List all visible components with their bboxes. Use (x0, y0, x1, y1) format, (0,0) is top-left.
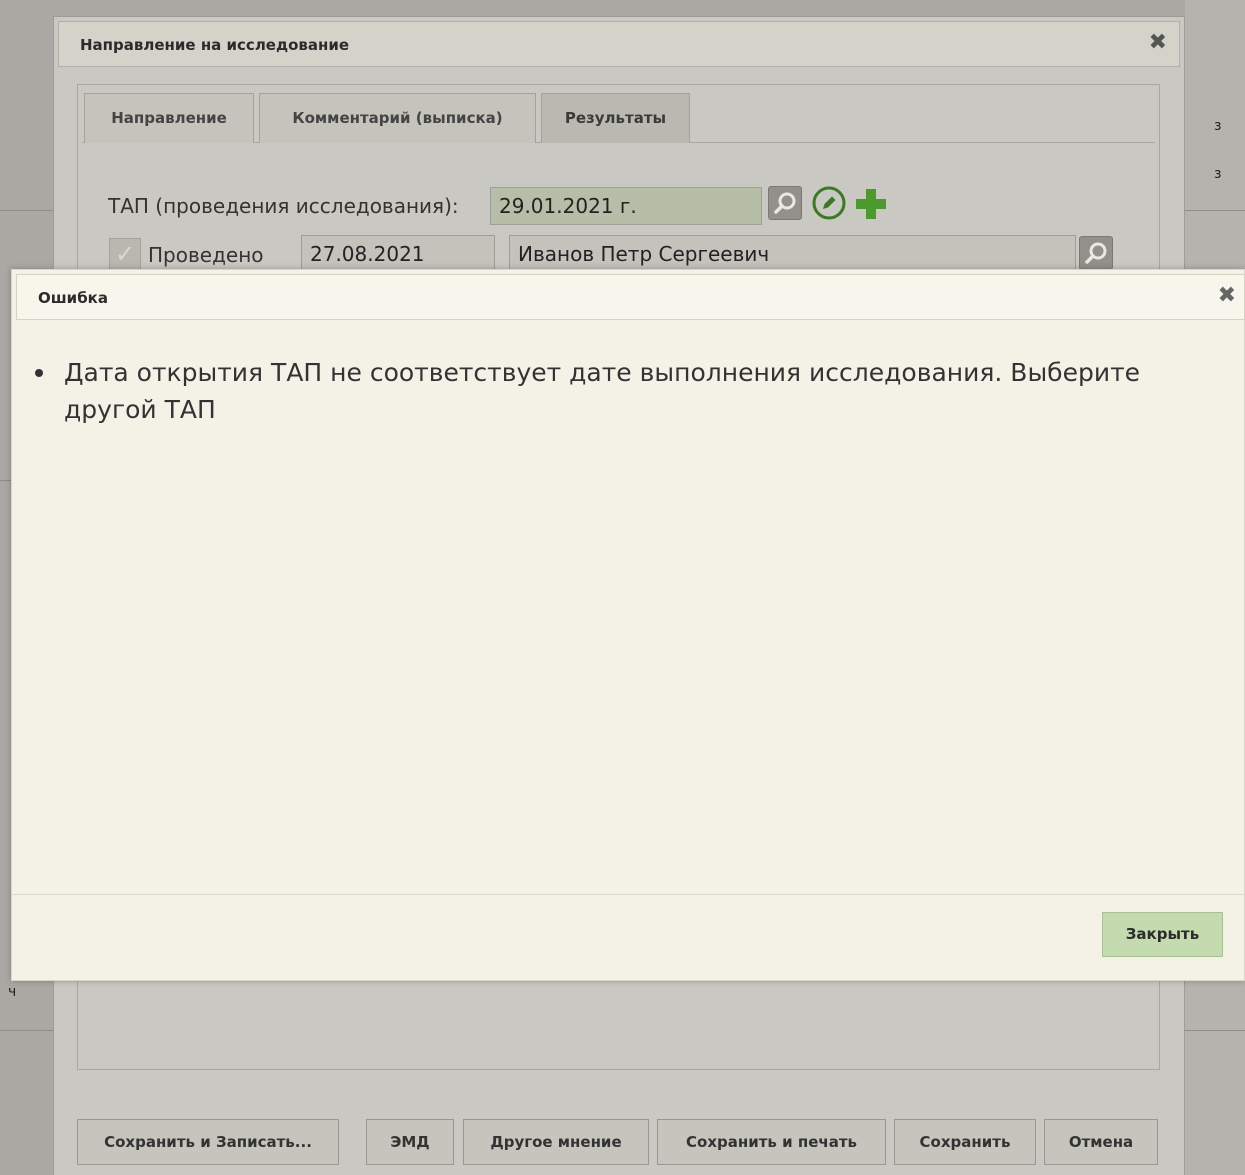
edit-icon[interactable] (811, 185, 847, 221)
close-icon[interactable]: ✖ (1149, 32, 1167, 54)
search-icon[interactable] (768, 186, 802, 220)
tap-field[interactable]: 29.01.2021 г. (490, 187, 762, 225)
background-text: з (1214, 118, 1222, 134)
error-dialog: Ошибка ✖ Дата открытия ТАП не соответств… (11, 269, 1245, 981)
error-message: Дата открытия ТАП не соответствует дате … (35, 354, 1244, 428)
error-dialog-body: Дата открытия ТАП не соответствует дате … (12, 354, 1244, 428)
error-dialog-header: Ошибка ✖ (16, 274, 1245, 320)
close-button[interactable]: Закрыть (1102, 912, 1223, 957)
doctor-field[interactable]: Иванов Петр Сергеевич (509, 235, 1076, 273)
background-text: з (1214, 166, 1222, 182)
error-list: Дата открытия ТАП не соответствует дате … (12, 354, 1244, 428)
add-icon[interactable] (854, 187, 888, 221)
dialog-header: Направление на исследование ✖ (58, 21, 1180, 67)
close-icon[interactable]: ✖ (1218, 285, 1236, 307)
other-opinion-button[interactable]: Другое мнение (463, 1119, 649, 1165)
dialog-title: Направление на исследование (80, 36, 350, 54)
tab-referral[interactable]: Направление (84, 93, 254, 143)
cancel-button[interactable]: Отмена (1044, 1119, 1158, 1165)
save-button[interactable]: Сохранить (894, 1119, 1036, 1165)
error-dialog-title: Ошибка (38, 289, 108, 307)
error-dialog-divider (12, 894, 1244, 895)
emd-button[interactable]: ЭМД (366, 1119, 454, 1165)
done-date-field[interactable]: 27.08.2021 (301, 235, 495, 273)
save-and-record-button[interactable]: Сохранить и Записать... (77, 1119, 339, 1165)
done-label: Проведено (148, 243, 264, 267)
tab-strip: Направление Комментарий (выписка) Резуль… (82, 89, 1155, 143)
search-icon[interactable] (1079, 236, 1113, 270)
tab-results[interactable]: Результаты (541, 93, 690, 143)
tab-comment[interactable]: Комментарий (выписка) (259, 93, 536, 143)
save-and-print-button[interactable]: Сохранить и печать (657, 1119, 886, 1165)
tap-label: ТАП (проведения исследования): (108, 194, 459, 218)
done-checkbox[interactable]: ✓ (109, 238, 141, 270)
background-text: ч (8, 984, 17, 1000)
